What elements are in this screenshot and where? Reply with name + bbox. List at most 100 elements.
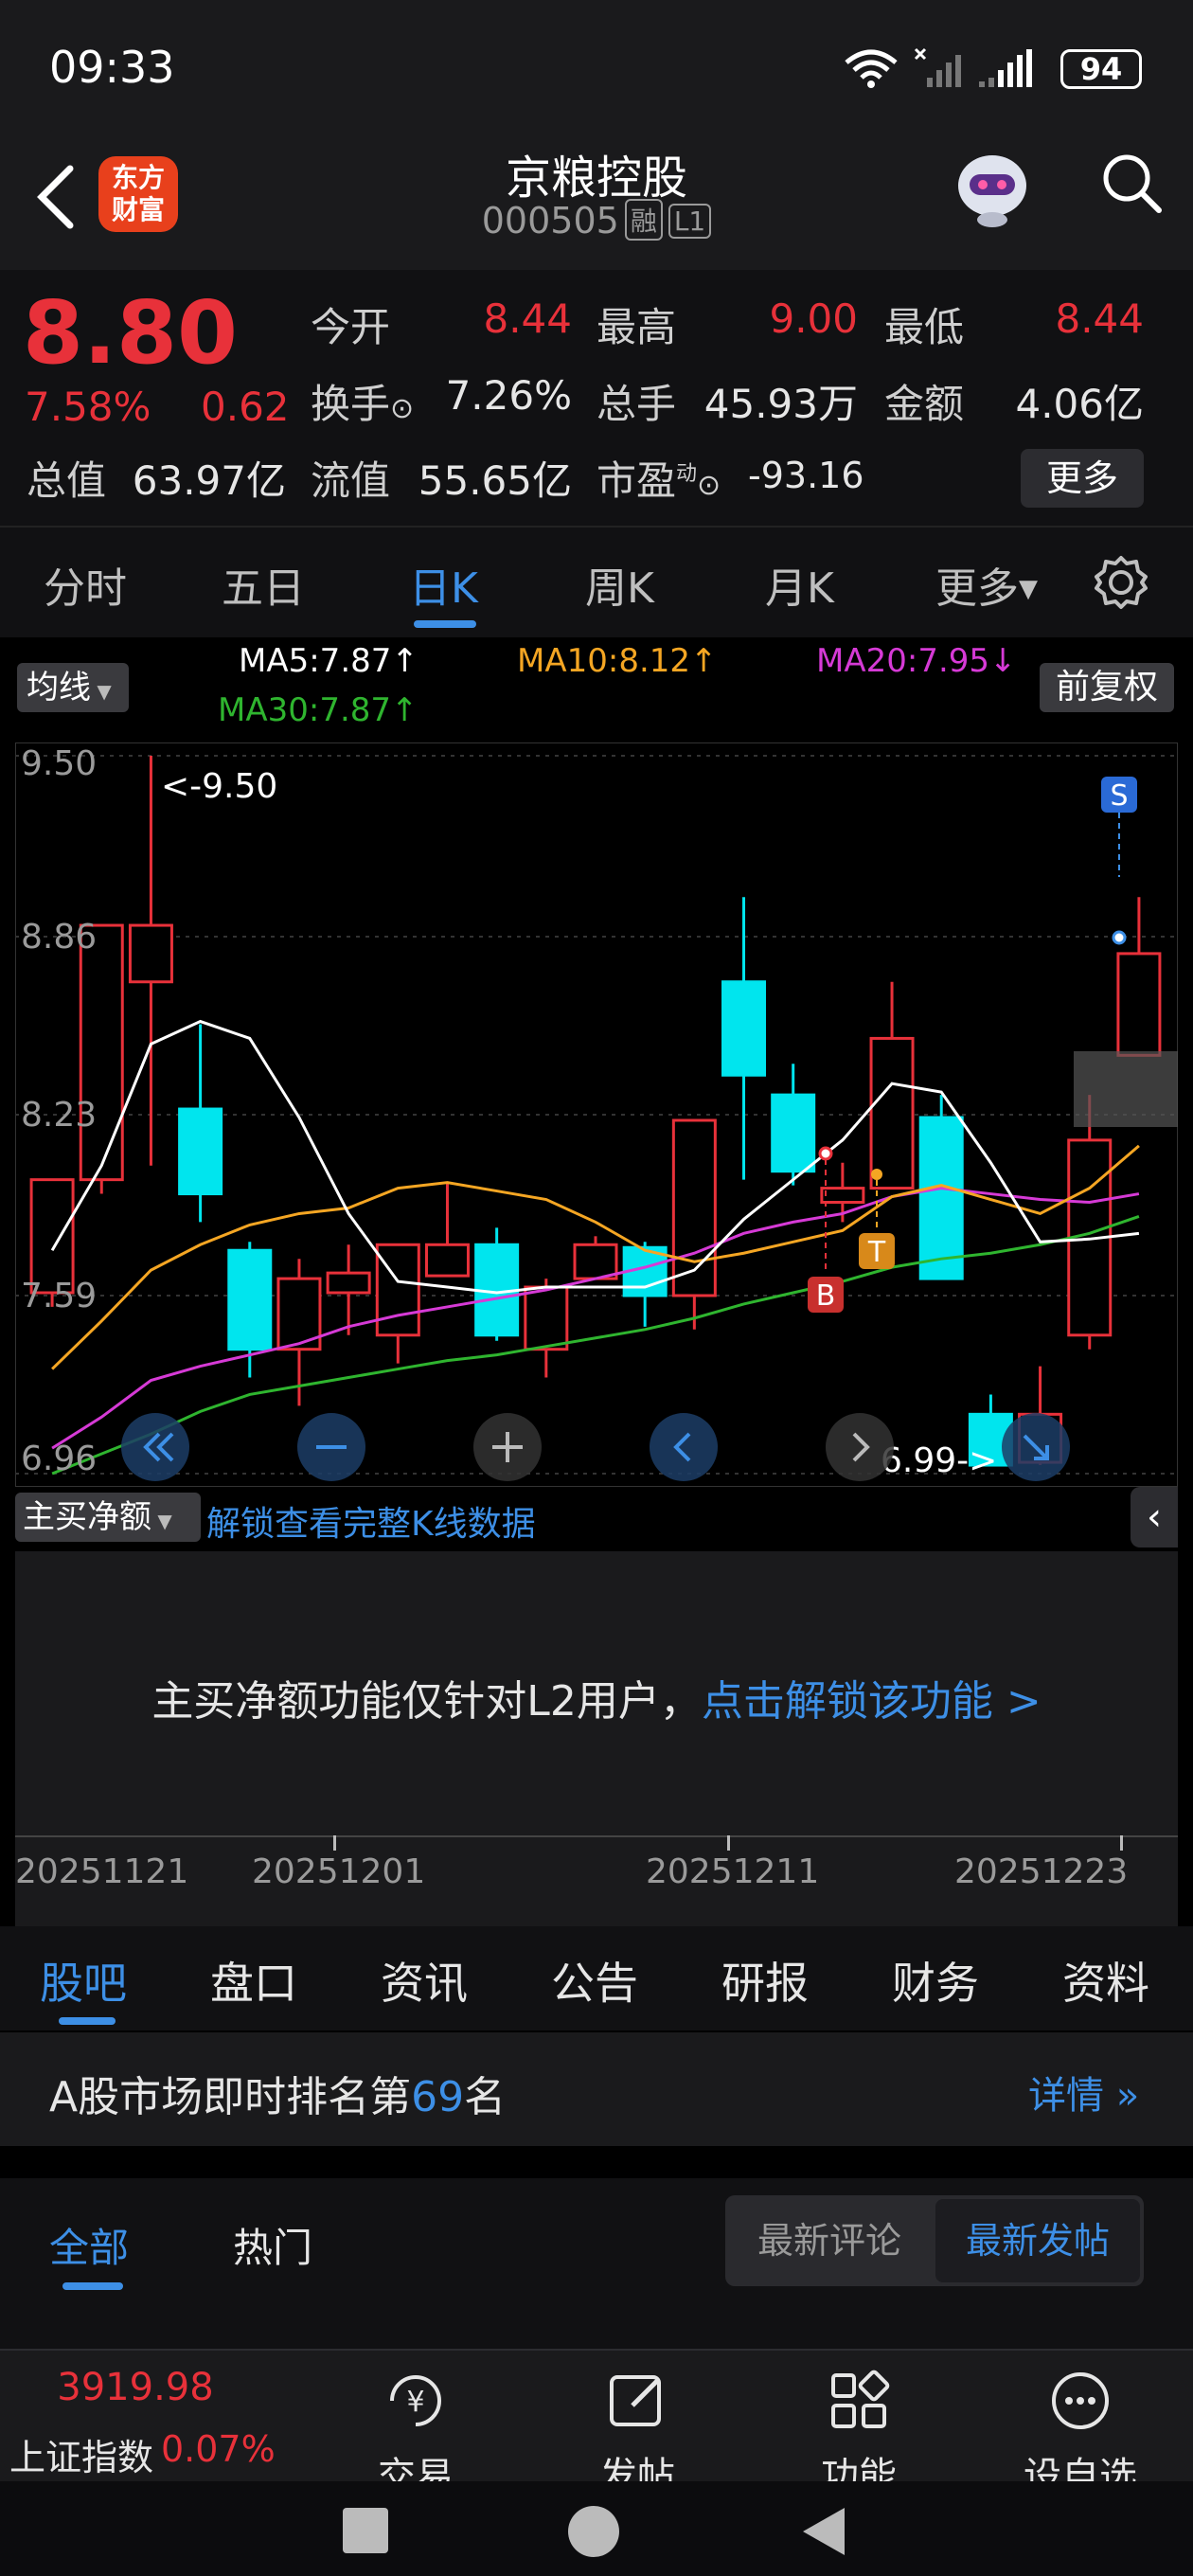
wifi-icon bbox=[845, 49, 898, 88]
index-value[interactable]: 3919.98 bbox=[0, 2366, 271, 2409]
tab-announcements[interactable]: 公告 bbox=[551, 1949, 638, 2012]
tab-more[interactable]: 更多▼ bbox=[935, 554, 1038, 615]
chart-scroll-left-fast-button[interactable] bbox=[121, 1413, 189, 1481]
svg-text:¥: ¥ bbox=[406, 2386, 424, 2419]
level-tag: L1 bbox=[668, 204, 712, 239]
index-name[interactable]: 上证指数 bbox=[9, 2428, 153, 2480]
candle bbox=[79, 923, 124, 1194]
tab-guba[interactable]: 股吧 bbox=[40, 1949, 127, 2012]
rank-detail-link[interactable]: 详情 » bbox=[1028, 2065, 1139, 2120]
feed-tab-all[interactable]: 全部 bbox=[49, 2216, 129, 2274]
tab-news[interactable]: 资讯 bbox=[381, 1949, 468, 2012]
date-tick bbox=[333, 1835, 336, 1851]
stock-code: 000505 bbox=[481, 200, 619, 242]
y-tick-label: 7.59 bbox=[21, 1277, 97, 1315]
date-label: 20251201 bbox=[252, 1852, 426, 1891]
chevron-left-icon: ‹ bbox=[1147, 1495, 1162, 1539]
date-label: 20251223 bbox=[954, 1852, 1129, 1891]
trade-icon: ¥ bbox=[390, 2375, 441, 2426]
more-dots-icon bbox=[1052, 2372, 1109, 2429]
date-tick bbox=[1120, 1835, 1123, 1851]
tab-finance[interactable]: 财务 bbox=[892, 1949, 979, 2012]
high-value: 9.00 bbox=[769, 295, 858, 342]
change-percent: 7.58% bbox=[25, 384, 151, 430]
date-label: 20251121 bbox=[15, 1852, 189, 1891]
volume-label: 总手 bbox=[596, 381, 677, 427]
index-change-pct[interactable]: 0.07% bbox=[161, 2428, 276, 2470]
tab-five-day[interactable]: 五日 bbox=[222, 554, 305, 615]
float-label: 流值 bbox=[311, 457, 391, 504]
adjustment-toggle[interactable]: 前复权 bbox=[1040, 663, 1174, 712]
tab-pankou[interactable]: 盘口 bbox=[210, 1949, 297, 2012]
tab-profile[interactable]: 资料 bbox=[1062, 1949, 1149, 2012]
sort-latest-comment[interactable]: 最新评论 bbox=[725, 2195, 934, 2286]
chart-zoom-in-button[interactable] bbox=[473, 1413, 542, 1481]
change-amount: 0.62 bbox=[201, 384, 290, 430]
search-icon[interactable] bbox=[1098, 150, 1165, 216]
chart-scroll-left-button[interactable] bbox=[650, 1413, 718, 1481]
ma10-label: MA10:8.12↑ bbox=[517, 642, 718, 680]
svg-text:S: S bbox=[1110, 779, 1128, 813]
home-button[interactable] bbox=[568, 2506, 619, 2557]
dropdown-arrow-icon: ▼ bbox=[1019, 575, 1038, 603]
y-tick-label: 8.23 bbox=[21, 1096, 97, 1135]
dropdown-arrow-icon: ▼ bbox=[151, 1510, 172, 1532]
dropdown-arrow-icon: ▼ bbox=[91, 680, 112, 703]
tab-monthly-k[interactable]: 月K bbox=[765, 554, 834, 615]
chart-zoom-out-button[interactable] bbox=[297, 1413, 365, 1481]
sort-latest-post[interactable]: 最新发帖 bbox=[935, 2199, 1140, 2282]
pe-label[interactable]: 市盈动⊙ bbox=[596, 449, 721, 507]
indicator-selector[interactable]: 均线 ▼ bbox=[17, 663, 129, 712]
low-annotation: 6.99-> bbox=[881, 1441, 997, 1480]
chart-scroll-right-button[interactable] bbox=[826, 1413, 894, 1481]
amount-label: 金额 bbox=[884, 381, 965, 427]
unlock-feature-link[interactable]: 点击解锁该功能 > bbox=[702, 1677, 1042, 1726]
sub-indicator-selector[interactable]: 主买净额 ▼ bbox=[15, 1493, 201, 1542]
nav-trade[interactable]: ¥ 交易 bbox=[345, 2368, 487, 2500]
mktcap-value: 63.97亿 bbox=[132, 457, 286, 504]
ma5-label: MA5:7.87↑ bbox=[239, 642, 418, 680]
pe-value: -93.16 bbox=[748, 455, 864, 496]
svg-text:B: B bbox=[816, 1279, 836, 1313]
open-value: 8.44 bbox=[483, 295, 572, 342]
y-tick-label: 8.86 bbox=[21, 918, 97, 957]
signal-icon-sim1 bbox=[914, 47, 961, 87]
high-annotation: <-9.50 bbox=[161, 767, 277, 806]
active-tab-indicator bbox=[59, 2017, 116, 2025]
float-value: 55.65亿 bbox=[418, 457, 572, 504]
collapse-panel-button[interactable]: ‹ bbox=[1131, 1487, 1178, 1547]
candle bbox=[474, 1227, 520, 1341]
signal-icon-sim2 bbox=[979, 49, 1032, 87]
turnover-label[interactable]: 换手⊙ bbox=[311, 372, 414, 430]
low-label: 最低 bbox=[884, 304, 965, 350]
tab-research[interactable]: 研报 bbox=[721, 1949, 809, 2012]
high-label: 最高 bbox=[596, 304, 677, 350]
unlock-kline-link[interactable]: 解锁查看完整K线数据 bbox=[206, 1496, 536, 1546]
battery-indicator: 94 bbox=[1060, 49, 1142, 89]
system-back-button[interactable] bbox=[801, 2506, 846, 2557]
recent-apps-button[interactable] bbox=[343, 2508, 388, 2553]
info-icon: ⊙ bbox=[697, 469, 721, 502]
nav-post[interactable]: 发帖 bbox=[566, 2368, 708, 2500]
nav-functions[interactable]: 功能 bbox=[788, 2368, 930, 2500]
svg-text:T: T bbox=[867, 1236, 886, 1269]
chart-fullscreen-button[interactable] bbox=[1002, 1413, 1070, 1481]
chart-settings-gear-icon[interactable] bbox=[1093, 554, 1149, 611]
last-price: 8.80 bbox=[23, 282, 238, 384]
feed-tab-hot[interactable]: 热门 bbox=[233, 2216, 312, 2274]
ma20-label: MA20:7.95↓ bbox=[816, 642, 1017, 680]
date-tick bbox=[727, 1835, 730, 1851]
amount-value: 4.06亿 bbox=[1015, 381, 1144, 427]
assistant-robot-icon[interactable] bbox=[947, 140, 1038, 231]
candlestick-chart[interactable]: 9.50 8.86 8.23 7.59 6.96 <-9.50 6.99-> S B T bbox=[15, 742, 1178, 1487]
tab-weekly-k[interactable]: 周K bbox=[585, 554, 654, 615]
more-quote-button[interactable]: 更多 bbox=[1021, 449, 1144, 508]
nav-add-watchlist[interactable]: 设自选 bbox=[1009, 2368, 1151, 2500]
tab-daily-k[interactable]: 日K bbox=[409, 554, 478, 615]
volume-value: 45.93万 bbox=[703, 381, 858, 427]
l2-unlock-message: 主买净额功能仅针对L2用户，点击解锁该功能 > bbox=[151, 1677, 1042, 1726]
active-tab-indicator bbox=[62, 2282, 123, 2290]
low-value: 8.44 bbox=[1055, 295, 1144, 342]
tab-intraday[interactable]: 分时 bbox=[44, 554, 127, 615]
double-chevron-right-icon: » bbox=[1104, 2074, 1140, 2118]
